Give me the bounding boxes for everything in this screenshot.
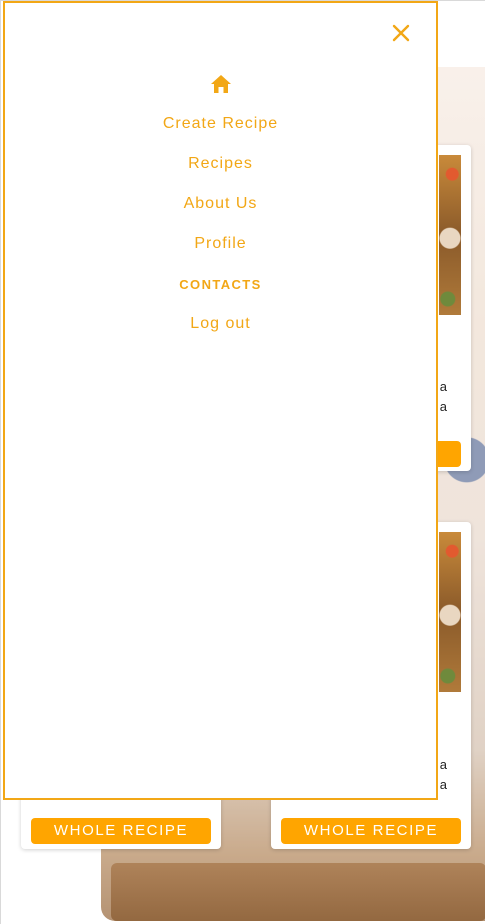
nav-item-create-recipe[interactable]: Create Recipe — [5, 114, 436, 134]
recipe-thumbnail — [439, 155, 461, 315]
close-button[interactable] — [389, 21, 413, 45]
nav-item-recipes[interactable]: Recipes — [5, 154, 436, 174]
recipe-text-line: a — [439, 777, 447, 792]
close-icon — [392, 24, 410, 42]
recipe-card-text: a a — [440, 755, 447, 795]
nav-drawer: Create Recipe Recipes About Us Profile C… — [3, 1, 438, 800]
recipe-text-line: a — [439, 399, 447, 414]
recipe-thumbnail — [439, 532, 461, 692]
nav-item-about-us[interactable]: About Us — [5, 194, 436, 214]
whole-recipe-button[interactable]: WHOLE RECIPE — [31, 818, 211, 844]
nav-item-log-out[interactable]: Log out — [5, 314, 436, 334]
nav-item-contacts[interactable]: CONTACTS — [5, 275, 436, 295]
cutting-board-image — [111, 863, 485, 921]
recipe-text-line: a — [439, 757, 447, 772]
home-button[interactable] — [210, 74, 232, 94]
recipe-text-line: a — [439, 379, 447, 394]
recipe-card-text: a a — [440, 377, 447, 417]
whole-recipe-button[interactable]: WHOLE RECIPE — [281, 818, 461, 844]
nav-item-profile[interactable]: Profile — [5, 234, 436, 254]
home-icon — [211, 75, 231, 93]
